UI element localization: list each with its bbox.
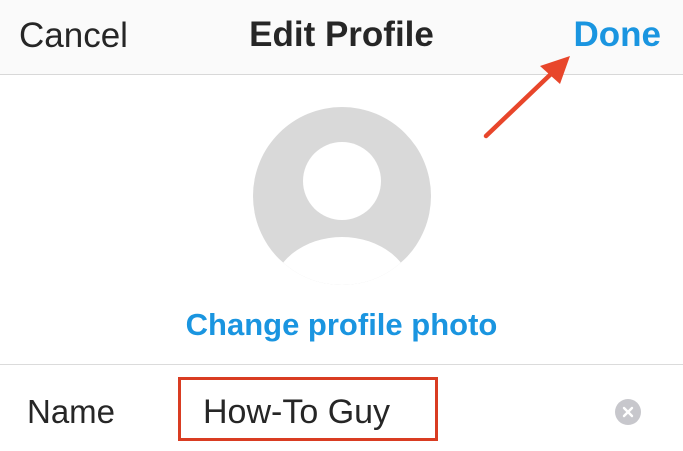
name-field-label: Name bbox=[27, 393, 116, 430]
name-field-highlight bbox=[178, 377, 438, 441]
clear-button[interactable] bbox=[615, 399, 641, 425]
navigation-bar: Cancel Edit Profile Done bbox=[0, 0, 683, 75]
default-person-icon bbox=[272, 142, 412, 285]
name-input[interactable] bbox=[203, 393, 433, 432]
cancel-button[interactable]: Cancel bbox=[19, 16, 128, 56]
divider bbox=[0, 364, 683, 365]
clear-x-icon bbox=[622, 406, 634, 418]
change-profile-photo-link[interactable]: Change profile photo bbox=[0, 307, 683, 343]
profile-avatar[interactable] bbox=[253, 107, 431, 285]
done-button[interactable]: Done bbox=[574, 15, 662, 55]
